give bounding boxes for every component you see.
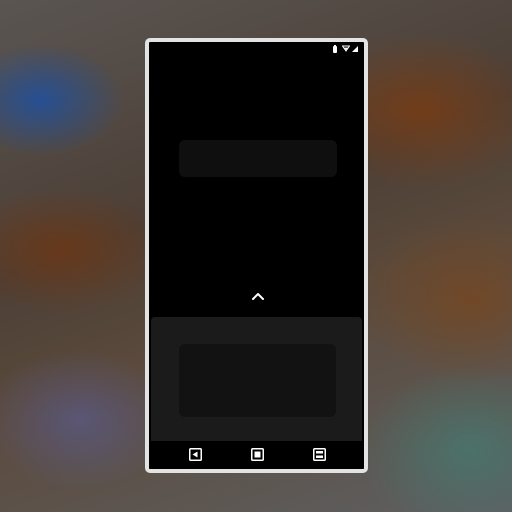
phone-screen [145, 38, 368, 473]
sheet-card [179, 344, 336, 417]
cellular-signal-icon [352, 46, 358, 52]
recents-button[interactable] [313, 448, 326, 461]
wifi-icon [342, 45, 350, 52]
placeholder-card [179, 140, 337, 177]
status-bar [149, 42, 364, 56]
battery-icon [333, 45, 337, 53]
back-button[interactable] [189, 448, 202, 461]
chevron-up-icon[interactable] [251, 291, 265, 301]
bottom-sheet[interactable] [151, 317, 362, 445]
home-button[interactable] [251, 448, 264, 461]
navigation-bar [149, 441, 364, 469]
